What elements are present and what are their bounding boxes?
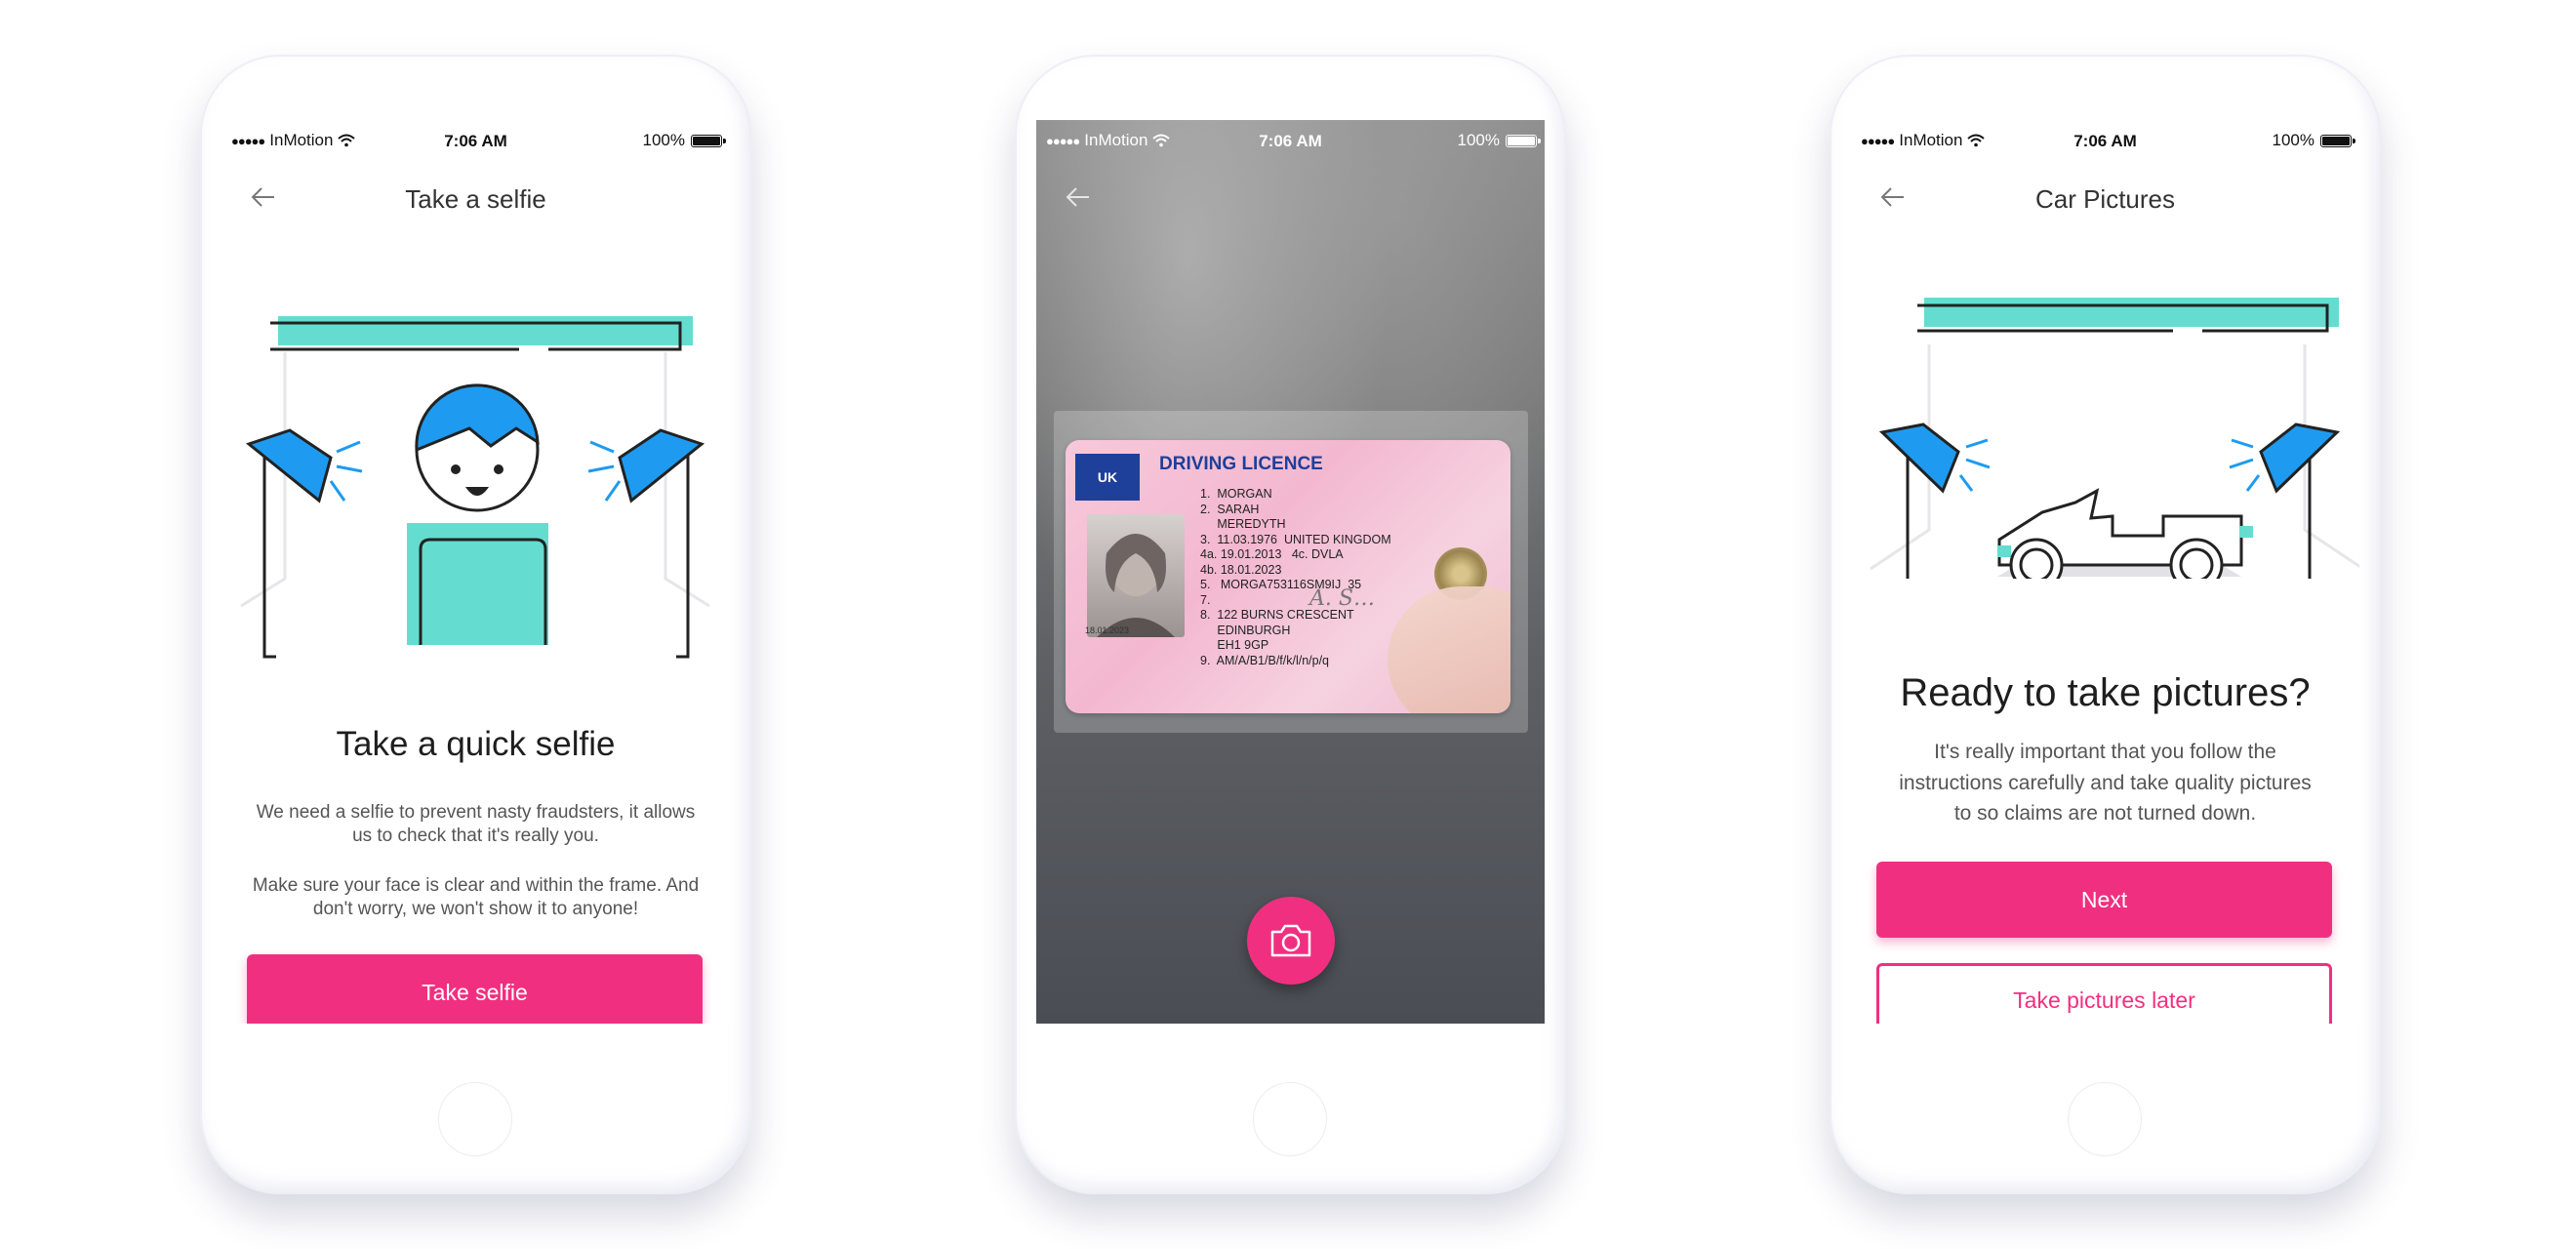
eu-flag-badge: UK (1075, 454, 1140, 501)
instruction-paragraph: Make sure your face is clear and within … (252, 875, 700, 920)
licence-field-line: 2. SARAH (1200, 502, 1260, 516)
battery-percent: 100% (2272, 131, 2314, 149)
signature: A. S… (1309, 586, 1375, 611)
instruction-paragraph: It's really important that you follow th… (1899, 741, 2312, 825)
headline: Ready to take pictures? (1900, 671, 2311, 714)
camera-icon (1270, 924, 1311, 957)
headline: Take a quick selfie (336, 725, 616, 763)
home-button[interactable] (438, 1082, 512, 1156)
licence-field-line: 1. MORGAN (1200, 487, 1272, 501)
take-selfie-button[interactable]: Take selfie (247, 954, 703, 1024)
licence-field-line: 3. 11.03.1976 UNITED KINGDOM (1200, 532, 1391, 546)
selfie-illustration (240, 316, 710, 659)
battery-icon (691, 134, 726, 147)
status-bar: ●●●●● InMotion 7:06 AM 100% (221, 120, 730, 161)
screen-selfie: ●●●●● InMotion 7:06 AM 100% Take a selfi… (221, 120, 730, 1024)
photo-date: 18.01.2023 (1085, 625, 1130, 635)
nav-bar (1036, 161, 1545, 229)
battery-icon (2320, 134, 2355, 147)
scan-frame: UK DRIVING LICENCE 18.01.2023 1. MORGAN 2… (1054, 411, 1528, 733)
driving-licence-card: UK DRIVING LICENCE 18.01.2023 1. MORGAN 2… (1066, 440, 1510, 713)
home-button[interactable] (2068, 1082, 2142, 1156)
screen-car-pictures: ●●●●● InMotion 7:06 AM 100% Car Pictures (1851, 120, 2359, 1024)
shutter-button[interactable] (1247, 897, 1335, 985)
thumb (1388, 586, 1510, 713)
screen-camera: ●●●●● InMotion 7:06 AM 100% UK DRIVING L… (1036, 120, 1545, 1024)
licence-field-line: MEREDYTH (1200, 517, 1286, 531)
licence-field-line: 9. AM/A/B1/B/f/k/l/n/p/q (1200, 653, 1330, 667)
portrait-image (1097, 534, 1175, 637)
licence-field-line: 4b. 18.01.2023 (1200, 562, 1282, 577)
next-button[interactable]: Next (1876, 862, 2332, 938)
home-button[interactable] (1253, 1082, 1327, 1156)
licence-photo (1087, 514, 1185, 637)
nav-title: Car Pictures (2034, 184, 2176, 214)
nav-bar: Take a selfie (221, 161, 730, 229)
phone-car-pictures: ●●●●● InMotion 7:06 AM 100% Car Pictures (1830, 55, 2381, 1194)
status-bar: ●●●●● InMotion 7:06 AM 100% (1036, 120, 1545, 161)
battery-percent: 100% (1457, 131, 1500, 149)
phone-licence-scan: ●●●●● InMotion 7:06 AM 100% UK DRIVING L… (1015, 55, 1566, 1194)
licence-field-line: EDINBURGH (1200, 623, 1291, 637)
car-photo-illustration (1870, 298, 2359, 579)
status-bar: ●●●●● InMotion 7:06 AM 100% (1851, 120, 2359, 161)
nav-bar: Car Pictures (1851, 161, 2359, 229)
phone-selfie: ●●●●● InMotion 7:06 AM 100% Take a selfi… (200, 55, 751, 1194)
licence-field-line: EH1 9GP (1200, 638, 1269, 652)
intro-paragraph: We need a selfie to prevent nasty frauds… (256, 802, 696, 847)
battery-percent: 100% (642, 131, 685, 149)
battery-icon (1506, 134, 1541, 147)
licence-fields: 1. MORGAN 2. SARAH MEREDYTH 3. 11.03.1976 … (1200, 487, 1391, 668)
take-pictures-later-button[interactable]: Take pictures later (1876, 963, 2332, 1024)
back-arrow-icon[interactable] (1064, 182, 1093, 212)
licence-title: DRIVING LICENCE (1159, 454, 1323, 474)
licence-field-line: 4a. 19.01.2013 4c. DVLA (1200, 547, 1344, 561)
nav-title: Take a selfie (405, 184, 546, 214)
